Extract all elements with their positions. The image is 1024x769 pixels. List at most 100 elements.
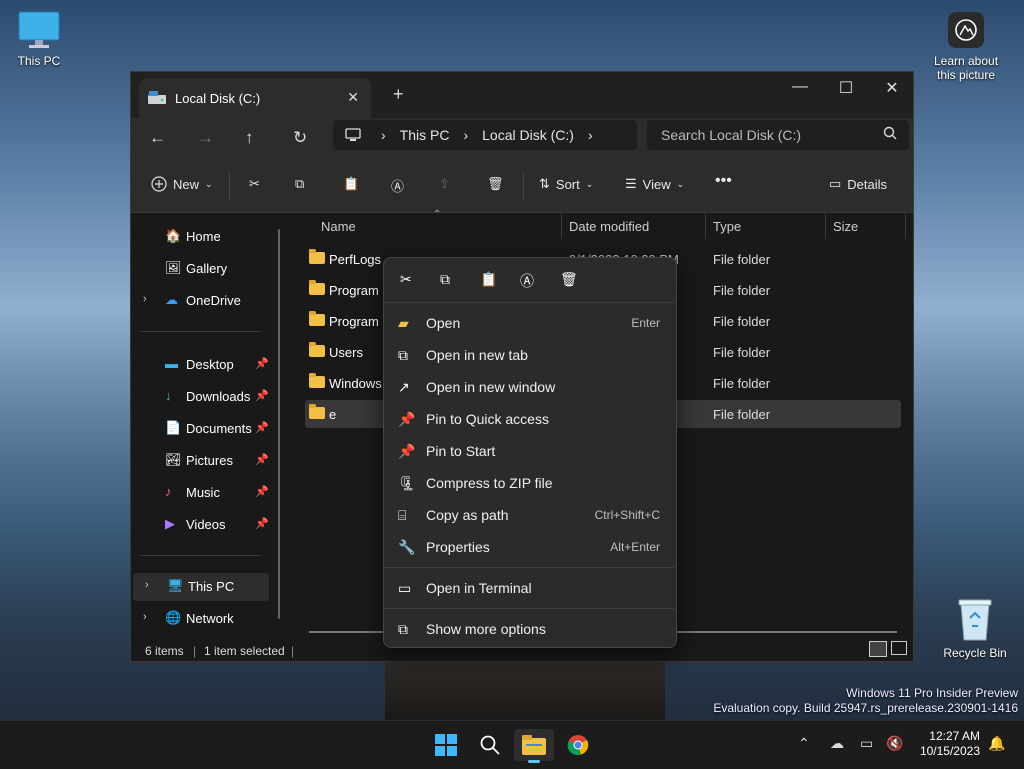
folder-icon: [309, 342, 325, 357]
menu-item-pin-start[interactable]: 📌 Pin to Start: [384, 436, 674, 466]
menu-item-properties[interactable]: 🔧 Properties Alt+Enter: [384, 532, 674, 562]
tiles-view-toggle[interactable]: [891, 641, 907, 655]
menu-item-copy-as-path[interactable]: ⌸ Copy as path Ctrl+Shift+C: [384, 500, 674, 530]
view-icon: ☰: [625, 176, 637, 191]
sidebar-item-documents[interactable]: 📄 Documents 📌: [131, 415, 271, 443]
close-window-button[interactable]: ✕: [869, 78, 915, 98]
up-button[interactable]: ↑: [245, 128, 254, 148]
navigation-pane: 🏠 Home 🖼 Gallery › ☁ OneDrive ▬ Desktop 📌 ↓ Dow…: [131, 213, 289, 638]
minimize-button[interactable]: —: [777, 78, 823, 96]
title-bar: Local Disk (C:) ✕ + — ☐ ✕: [131, 72, 913, 118]
sidebar-item-music[interactable]: ♪ Music 📌: [131, 479, 271, 507]
refresh-button[interactable]: ↻: [293, 128, 307, 148]
copy-button[interactable]: ⧉: [295, 176, 304, 192]
desktop-icon-this-pc[interactable]: This PC: [4, 10, 74, 68]
breadcrumb-local-disk[interactable]: Local Disk (C:): [482, 127, 574, 143]
delete-button[interactable]: 🗑: [487, 176, 504, 192]
new-window-icon: ↗: [398, 379, 410, 395]
search-icon: [480, 735, 500, 755]
sidebar-item-home[interactable]: 🏠 Home: [131, 223, 271, 251]
menu-item-open-new-tab[interactable]: ⧉ Open in new tab: [384, 340, 674, 370]
details-button[interactable]: ▭ Details: [829, 176, 887, 192]
sidebar-item-network[interactable]: › 🌐 Network: [131, 605, 271, 633]
divider: |: [291, 644, 295, 658]
column-header-name[interactable]: Name: [321, 219, 356, 234]
chevron-right-icon[interactable]: ›: [143, 611, 147, 623]
forward-button[interactable]: →: [197, 128, 214, 148]
file-explorer-taskbar-button[interactable]: [514, 729, 554, 763]
column-header-type[interactable]: Type: [713, 219, 741, 234]
file-type: File folder: [713, 314, 771, 329]
more-options-icon[interactable]: •••: [715, 172, 732, 190]
network-status-icon[interactable]: ▭: [860, 735, 873, 752]
sidebar-scrollbar[interactable]: [278, 229, 280, 619]
music-icon: ♪: [165, 484, 172, 499]
item-count: 6 items: [145, 644, 184, 658]
menu-item-open-new-window[interactable]: ↗ Open in new window: [384, 372, 674, 402]
menu-item-shortcut: Ctrl+Shift+C: [594, 508, 660, 522]
file-type: File folder: [713, 407, 771, 422]
sidebar-item-this-pc[interactable]: › 🖥 This PC: [133, 573, 269, 601]
tab-local-disk[interactable]: Local Disk (C:) ✕: [139, 78, 371, 118]
chevron-right-icon[interactable]: ›: [143, 293, 147, 305]
sort-button[interactable]: ⇅ Sort ⌄: [539, 176, 593, 192]
desktop-icon-recycle-bin[interactable]: Recycle Bin: [940, 598, 1010, 660]
details-label: Details: [847, 176, 888, 192]
menu-item-shortcut: Alt+Enter: [610, 540, 660, 554]
sidebar-item-onedrive[interactable]: › ☁ OneDrive: [131, 287, 271, 315]
search-icon: [883, 126, 897, 140]
search-button[interactable]: [470, 729, 510, 761]
cut-button[interactable]: ✂: [249, 176, 260, 192]
new-button[interactable]: New ⌄: [151, 176, 213, 192]
maximize-button[interactable]: ☐: [823, 78, 869, 98]
chrome-icon: [567, 735, 589, 756]
menu-item-show-more[interactable]: ⧉ Show more options: [384, 614, 674, 644]
sidebar-item-downloads[interactable]: ↓ Downloads 📌: [131, 383, 271, 411]
chevron-right-icon[interactable]: ›: [145, 579, 149, 591]
column-header-date[interactable]: Date modified: [569, 219, 649, 234]
sidebar-item-desktop[interactable]: ▬ Desktop 📌: [131, 351, 271, 379]
sidebar-item-videos[interactable]: ▶ Videos 📌: [131, 511, 271, 539]
terminal-icon: ▭: [398, 580, 412, 596]
plus-circle-icon: [151, 176, 167, 192]
breadcrumb-this-pc[interactable]: This PC: [400, 127, 450, 143]
cut-icon[interactable]: ✂: [400, 271, 412, 288]
paste-icon[interactable]: 📋: [480, 271, 497, 288]
chrome-taskbar-button[interactable]: [558, 729, 598, 761]
divider: [384, 567, 674, 568]
video-icon: ▶: [165, 516, 175, 531]
start-button[interactable]: [426, 729, 466, 761]
learn-about-picture[interactable]: Learn about this picture: [926, 12, 1006, 82]
paste-button[interactable]: 📋: [343, 176, 359, 192]
notification-bell-icon[interactable]: 🔔: [988, 735, 1005, 752]
new-tab-button[interactable]: +: [393, 84, 404, 105]
volume-muted-icon[interactable]: 🔇: [886, 735, 903, 752]
delete-icon[interactable]: 🗑: [560, 271, 578, 288]
copy-icon[interactable]: ⧉: [440, 271, 450, 288]
search-box[interactable]: Search Local Disk (C:): [647, 120, 909, 150]
menu-item-shortcut: Enter: [631, 316, 660, 330]
show-hidden-icons-chevron-icon[interactable]: ⌃: [798, 735, 810, 752]
onedrive-status-icon[interactable]: ☁: [830, 735, 844, 752]
rename-button[interactable]: Ⓐ: [391, 176, 404, 195]
drive-icon: [148, 91, 166, 104]
menu-item-open[interactable]: ▰ Open Enter: [384, 308, 674, 338]
rename-icon[interactable]: Ⓐ: [520, 271, 534, 291]
column-header-size[interactable]: Size: [833, 219, 858, 234]
folder-open-icon: ▰: [398, 315, 409, 331]
back-button[interactable]: ←: [149, 128, 166, 148]
menu-item-pin-quick-access[interactable]: 📌 Pin to Quick access: [384, 404, 674, 434]
tab-close-icon[interactable]: ✕: [347, 89, 359, 106]
details-view-toggle[interactable]: [869, 641, 887, 657]
sidebar-item-gallery[interactable]: 🖼 Gallery: [131, 255, 271, 283]
clock[interactable]: 12:27 AM 10/15/2023: [920, 729, 980, 759]
menu-item-compress-zip[interactable]: 🗜 Compress to ZIP file: [384, 468, 674, 498]
view-button[interactable]: ☰ View ⌄: [625, 176, 684, 192]
address-bar[interactable]: › This PC › Local Disk (C:) ›: [333, 120, 637, 150]
camera-circle-icon: [948, 12, 984, 48]
share-button[interactable]: ⇪: [439, 176, 450, 192]
menu-item-open-terminal[interactable]: ▭ Open in Terminal: [384, 573, 674, 603]
divider: [229, 172, 230, 200]
sidebar-item-label: OneDrive: [186, 293, 241, 308]
sidebar-item-pictures[interactable]: 🏞 Pictures 📌: [131, 447, 271, 475]
